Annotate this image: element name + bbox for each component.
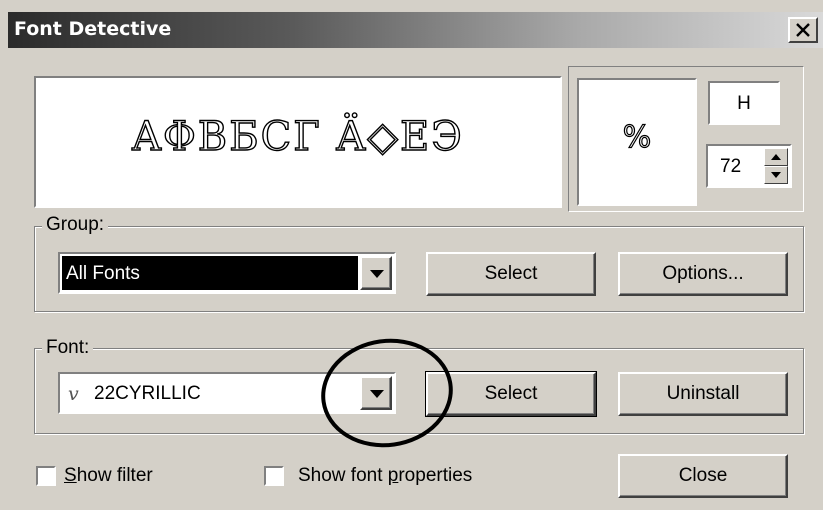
arrow-up-icon — [771, 154, 781, 160]
close-button[interactable]: Close — [618, 454, 788, 498]
show-props-accel: p — [387, 465, 399, 486]
show-filter-text: how filter — [76, 465, 153, 486]
character-code-field[interactable]: H — [708, 81, 780, 125]
show-font-properties-label[interactable]: Show font properties — [298, 465, 472, 487]
chevron-down-icon — [370, 270, 384, 278]
show-filter-accel: S — [64, 465, 77, 486]
show-filter-label[interactable]: Show filter — [64, 465, 153, 487]
annotation-circle — [321, 338, 453, 448]
group-select-button[interactable]: Select — [426, 252, 596, 296]
group-label: Group: — [42, 214, 109, 236]
close-window-button[interactable] — [788, 17, 818, 43]
show-filter-checkbox[interactable] — [36, 466, 56, 486]
close-icon — [796, 23, 810, 37]
options-button[interactable]: Options... — [618, 252, 788, 296]
font-preview: AΦBБCГ Ä◇EЭ — [34, 76, 562, 208]
group-dropdown[interactable]: All Fonts — [58, 252, 396, 294]
window-title: Font Detective — [14, 18, 172, 40]
group-dropdown-arrow[interactable] — [360, 256, 392, 290]
font-selected-text: 22CYRILLIC — [94, 383, 201, 404]
size-down-button[interactable] — [764, 166, 788, 184]
uninstall-button[interactable]: Uninstall — [618, 372, 788, 416]
preview-sample-text: AΦBБCГ Ä◇EЭ — [131, 113, 464, 160]
character-glyph: % — [622, 119, 652, 155]
font-dropdown-value: v 22CYRILLIC — [62, 376, 358, 410]
show-font-properties-checkbox[interactable] — [264, 466, 284, 486]
group-selected-text: All Fonts — [66, 263, 140, 284]
arrow-down-icon — [771, 172, 781, 178]
show-props-text-a: Show font — [298, 465, 388, 486]
character-code-value: H — [737, 93, 751, 114]
size-spinner[interactable]: 72 — [706, 144, 792, 188]
size-spin-buttons — [764, 148, 788, 184]
size-value: 72 — [720, 156, 742, 177]
size-up-button[interactable] — [764, 148, 788, 166]
title-bar[interactable]: Font Detective — [8, 12, 823, 48]
character-preview: % — [577, 78, 697, 206]
group-dropdown-value: All Fonts — [62, 256, 358, 290]
font-type-icon: v — [68, 383, 79, 405]
font-detective-window: Font Detective AΦBБCГ Ä◇EЭ % H 72 Group: — [0, 0, 823, 510]
font-label: Font: — [42, 337, 94, 359]
show-props-text-b: roperties — [398, 465, 473, 486]
